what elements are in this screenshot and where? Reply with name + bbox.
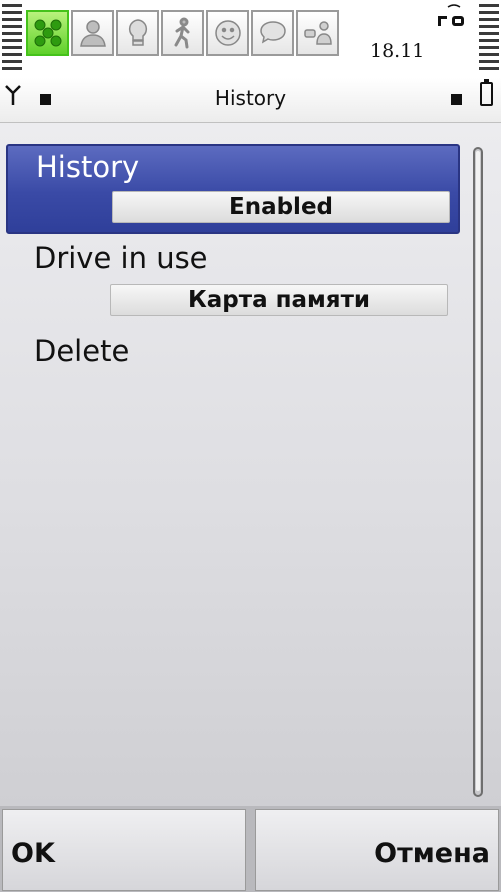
- contacts-group-icon[interactable]: [26, 10, 69, 56]
- plugin-bar: [26, 10, 339, 56]
- speech-bubble-icon[interactable]: [251, 10, 294, 56]
- setting-label: Drive in use: [34, 241, 208, 275]
- person-chat-icon[interactable]: [296, 10, 339, 56]
- page-title: History: [214, 86, 287, 110]
- clock: 18.11: [370, 40, 425, 62]
- setting-value[interactable]: Enabled: [112, 191, 450, 223]
- signal-strength-icon: [2, 4, 22, 74]
- scrollbar[interactable]: [468, 147, 490, 797]
- walking-person-icon[interactable]: [161, 10, 204, 56]
- softkey-bar: OK Отмена: [0, 806, 501, 892]
- battery-indicator-icon: [451, 94, 462, 105]
- person-icon[interactable]: [71, 10, 114, 56]
- setting-history[interactable]: History Enabled: [6, 144, 460, 234]
- ok-button-label: OK: [11, 838, 55, 869]
- battery-level-icon: [479, 4, 499, 74]
- battery-icon: [480, 79, 493, 106]
- settings-list: History Enabled Drive in use Карта памят…: [0, 123, 501, 806]
- status-bar: 18.11: [0, 0, 501, 78]
- setting-label: Delete: [34, 334, 130, 368]
- setting-label: History: [36, 150, 140, 184]
- cancel-button[interactable]: Отмена: [255, 809, 499, 891]
- cancel-button-label: Отмена: [374, 838, 490, 869]
- smiley-icon[interactable]: [206, 10, 249, 56]
- setting-delete[interactable]: Delete: [6, 330, 460, 380]
- title-bar: History: [0, 78, 501, 123]
- lightbulb-icon[interactable]: [116, 10, 159, 56]
- scroll-thumb[interactable]: [476, 151, 480, 791]
- setting-drive-in-use[interactable]: Drive in use Карта памяти: [6, 237, 460, 327]
- network-indicator-icon: [438, 4, 464, 26]
- setting-value[interactable]: Карта памяти: [110, 284, 448, 316]
- ok-button[interactable]: OK: [2, 809, 246, 891]
